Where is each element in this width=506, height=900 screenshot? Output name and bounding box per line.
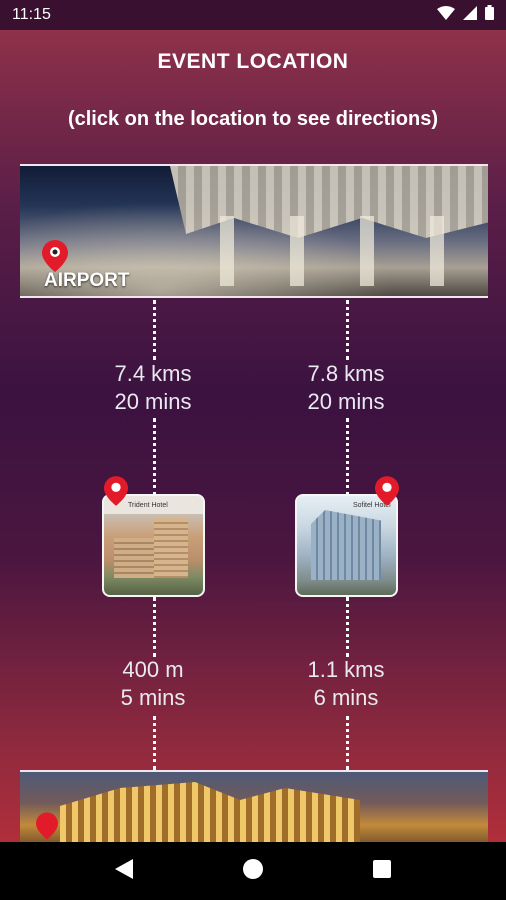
time-text: 20 mins: [114, 389, 192, 414]
recents-button[interactable]: [362, 851, 402, 891]
home-icon: [242, 858, 263, 884]
route-1-airport-distance: 7.4 kms 20 mins: [78, 360, 228, 416]
route-line: [153, 716, 156, 770]
route-line: [346, 418, 349, 496]
time-text: 20 mins: [307, 389, 385, 414]
venue-location-banner[interactable]: [20, 770, 488, 842]
location-pin-icon: [104, 476, 128, 506]
distance-text: 7.4 kms: [114, 361, 192, 386]
status-icons: [437, 5, 494, 25]
location-pin-icon: [36, 812, 58, 840]
distance-text: 7.8 kms: [307, 361, 385, 386]
recents-icon: [372, 859, 391, 883]
route-line: [153, 300, 156, 360]
route-line: [346, 300, 349, 360]
hotel-image: [114, 538, 158, 578]
hotel-image: [154, 518, 188, 578]
battery-icon: [485, 5, 494, 25]
location-pin-icon: [42, 240, 68, 272]
page-title: EVENT LOCATION: [157, 50, 349, 73]
status-bar: 11:15: [0, 0, 506, 30]
signal-icon: [463, 5, 477, 25]
route-2-airport-distance: 7.8 kms 20 mins: [271, 360, 421, 416]
airport-location-banner[interactable]: AIRPORT: [20, 164, 488, 298]
back-icon: [115, 858, 134, 884]
airport-columns-image: [220, 216, 480, 286]
hotel-caption: Trident Hotel: [128, 502, 168, 509]
location-pin-icon: [375, 476, 399, 506]
distance-text: 1.1 kms: [307, 657, 385, 682]
hotel-image: [311, 510, 381, 580]
time-text: 5 mins: [120, 685, 186, 710]
venue-image: [60, 782, 360, 842]
system-nav-bar: [0, 842, 506, 900]
time-text: 6 mins: [313, 685, 379, 710]
route-line: [346, 597, 349, 657]
back-button[interactable]: [104, 851, 144, 891]
distance-text: 400 m: [122, 657, 184, 682]
home-button[interactable]: [233, 851, 273, 891]
trident-hotel-card[interactable]: Trident Hotel: [102, 494, 205, 597]
status-time: 11:15: [12, 6, 51, 23]
route-2-venue-distance: 1.1 kms 6 mins: [271, 656, 421, 712]
page-subtitle: (click on the location to see directions…: [67, 108, 439, 130]
route-line: [346, 716, 349, 770]
route-1-venue-distance: 400 m 5 mins: [78, 656, 228, 712]
sofitel-hotel-card[interactable]: Sofitel Hotel: [295, 494, 398, 597]
wifi-icon: [437, 5, 455, 25]
airport-label: AIRPORT: [44, 270, 130, 291]
route-line: [153, 597, 156, 657]
event-location-screen: EVENT LOCATION (click on the location to…: [0, 30, 506, 842]
route-line: [153, 418, 156, 496]
